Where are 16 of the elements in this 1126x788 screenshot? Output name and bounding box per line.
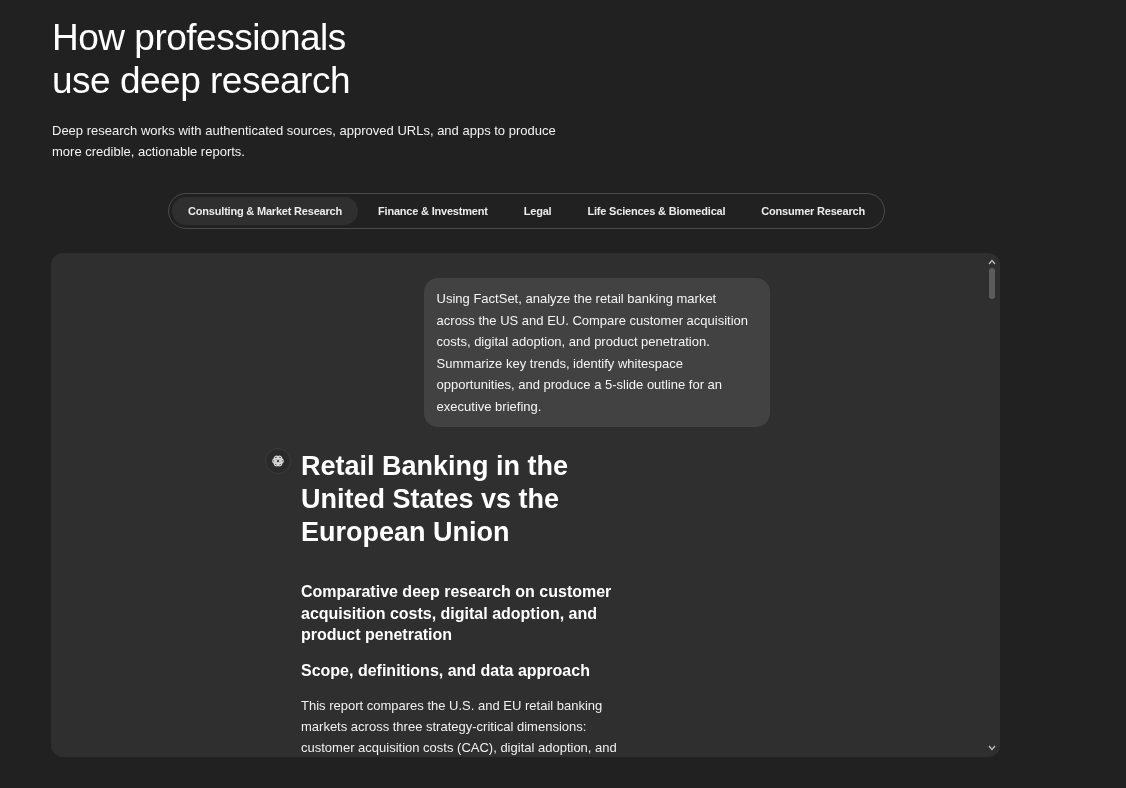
scrollbar-thumb[interactable] <box>989 268 995 299</box>
category-tab[interactable]: Finance & Investment <box>362 197 504 225</box>
report-subtitle: Comparative deep research on customer acquisition costs, digital adoption, and product penetration <box>301 582 612 645</box>
knot-icon <box>265 448 291 474</box>
category-tab[interactable]: Life Sciences & Biomedical <box>571 197 742 225</box>
prompt-message: Using FactSet, analyze the retail banking market across the US and EU. Compare customer acquisition costs, digital adoption, and product penetration. Summarize key trends, identify whitespace opportunities, and produce a 5-slide outline for an executive briefing. <box>423 278 770 427</box>
scroll-up-icon[interactable] <box>988 259 996 265</box>
section-heading: Scope, definitions, and data approach <box>301 660 590 681</box>
category-tab[interactable]: Consumer Research <box>745 197 881 225</box>
page-heading: How professionals use deep research <box>52 16 350 102</box>
report-paragraph: This report compares the U.S. and EU retail banking markets across three strategy-critical dimensions: customer acquisition costs (CAC), digital adoption, and <box>301 696 617 757</box>
scroll-down-icon[interactable] <box>988 745 996 751</box>
page-description: Deep research works with authenticated sources, approved URLs, and apps to produce more credible, actionable reports. <box>52 122 556 161</box>
category-tab[interactable]: Legal <box>507 197 568 225</box>
report-title: Retail Banking in the United States vs the European Union <box>301 450 569 549</box>
category-tab[interactable]: Consulting & Market Research <box>172 197 359 225</box>
